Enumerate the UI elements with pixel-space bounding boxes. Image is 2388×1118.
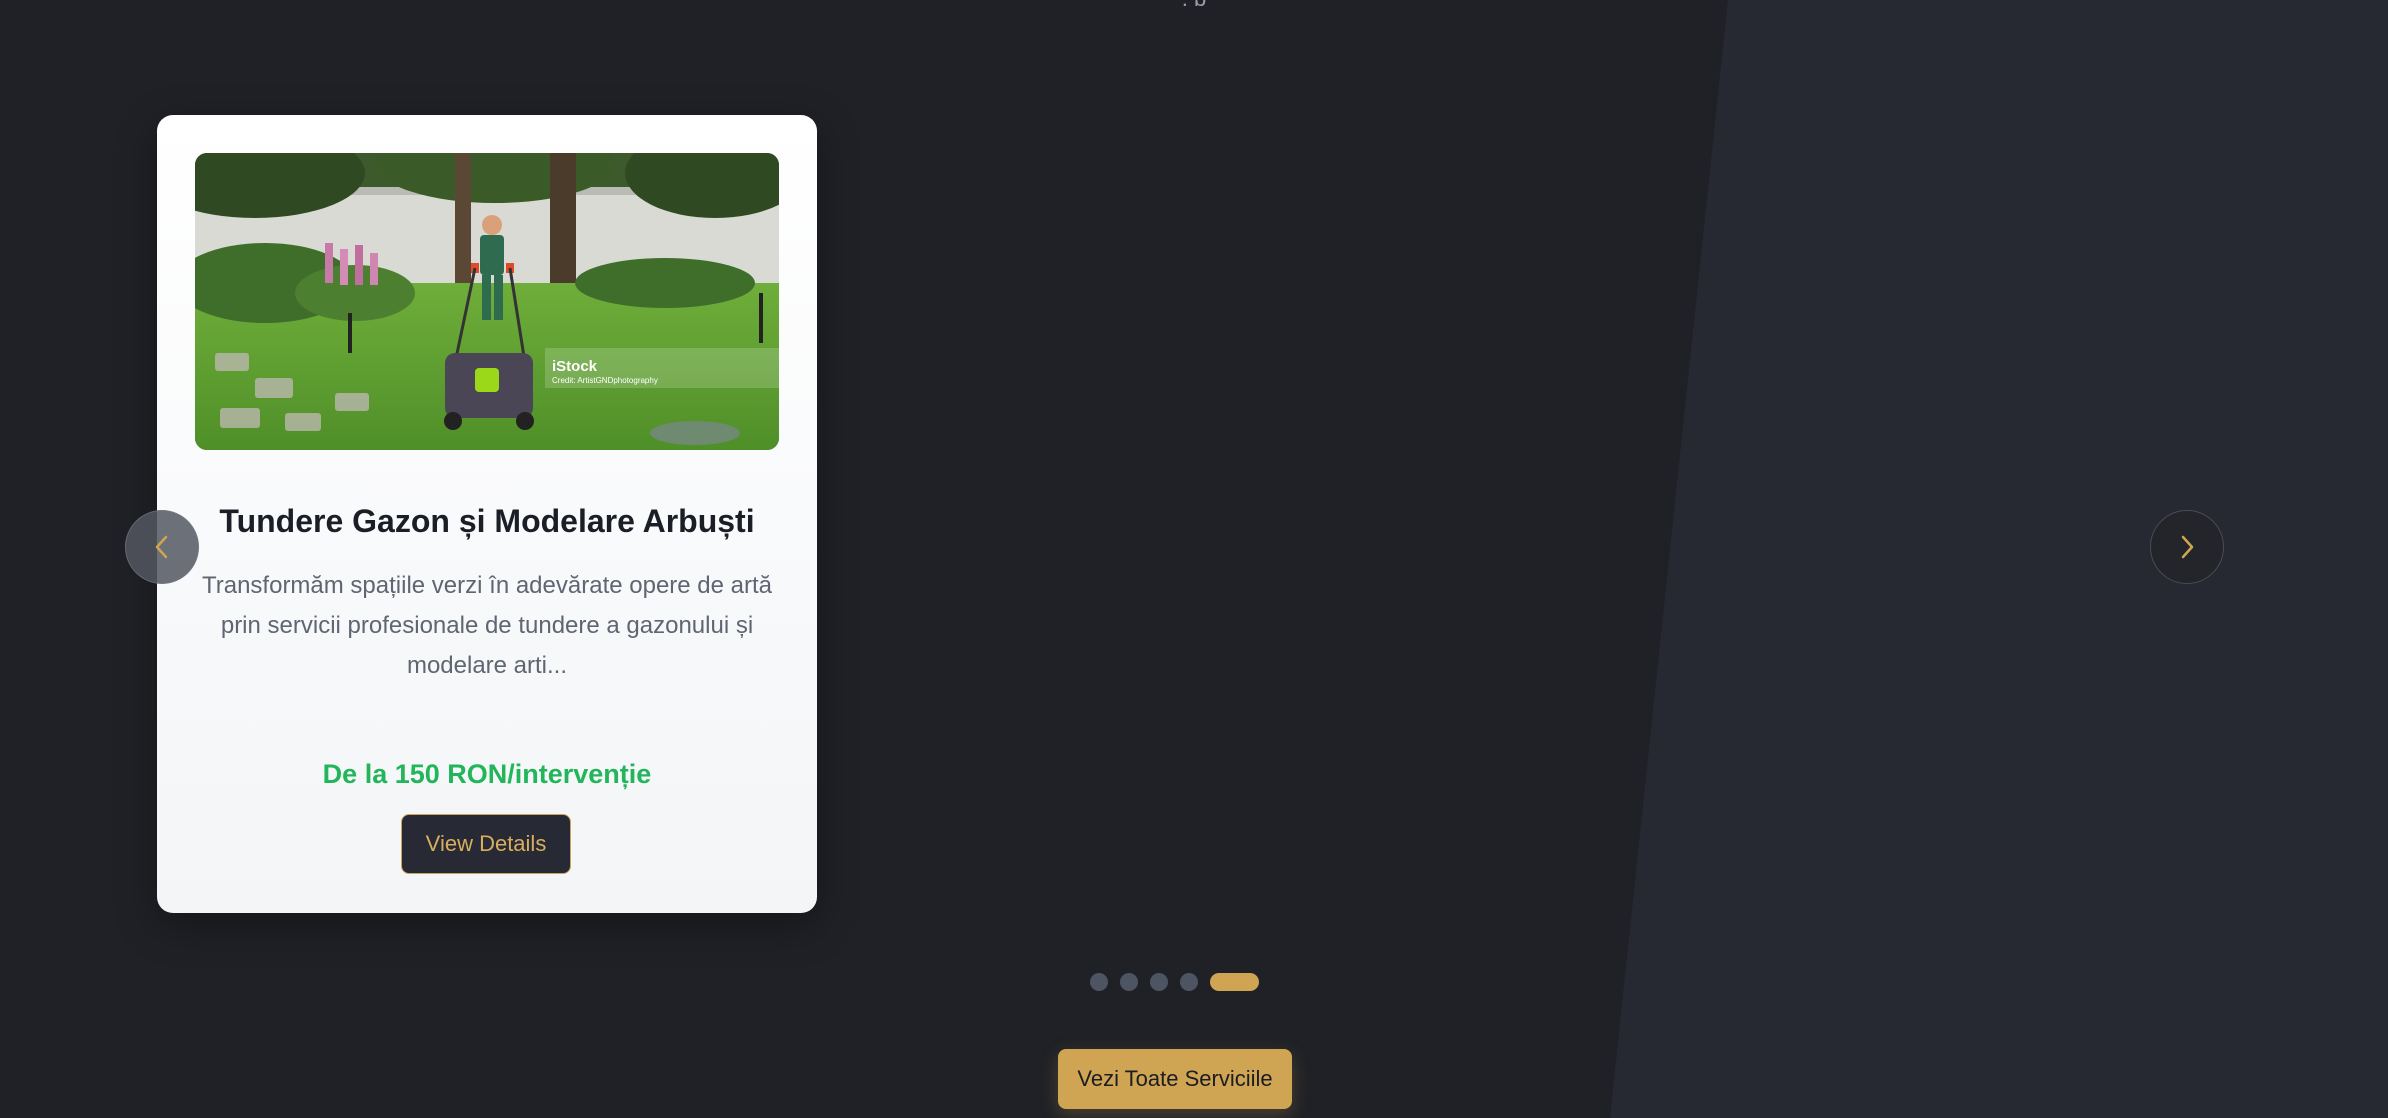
carousel-pagination	[1090, 973, 1259, 991]
service-price: De la 150 RON/intervenție	[322, 759, 652, 789]
carousel-dot-5-active[interactable]	[1210, 973, 1259, 991]
view-all-services-button[interactable]: Vezi Toate Serviciile	[1058, 1049, 1292, 1109]
carousel-dot-1[interactable]	[1090, 973, 1108, 991]
carousel-prev-button[interactable]	[125, 510, 199, 584]
carousel-dot-4[interactable]	[1180, 973, 1198, 991]
service-card: iStock Credit: ArtistGNDphotography Tund…	[157, 115, 817, 913]
watermark-credit: Credit: ArtistGNDphotography	[552, 376, 658, 385]
service-title: Tundere Gazon și Modelare Arbuști	[219, 503, 755, 539]
chevron-right-icon	[2181, 535, 2194, 559]
service-image: iStock Credit: ArtistGNDphotography	[195, 153, 779, 450]
carousel-dot-2[interactable]	[1120, 973, 1138, 991]
service-description: Transformăm spațiile verzi în adevărate …	[201, 572, 773, 679]
carousel-dot-3[interactable]	[1150, 973, 1168, 991]
section-subtitle-partial: , p	[0, 0, 2388, 6]
chevron-left-icon	[155, 535, 168, 559]
watermark-brand: iStock	[552, 358, 598, 375]
carousel-next-button[interactable]	[2150, 510, 2224, 584]
view-details-button[interactable]: View Details	[401, 814, 571, 874]
